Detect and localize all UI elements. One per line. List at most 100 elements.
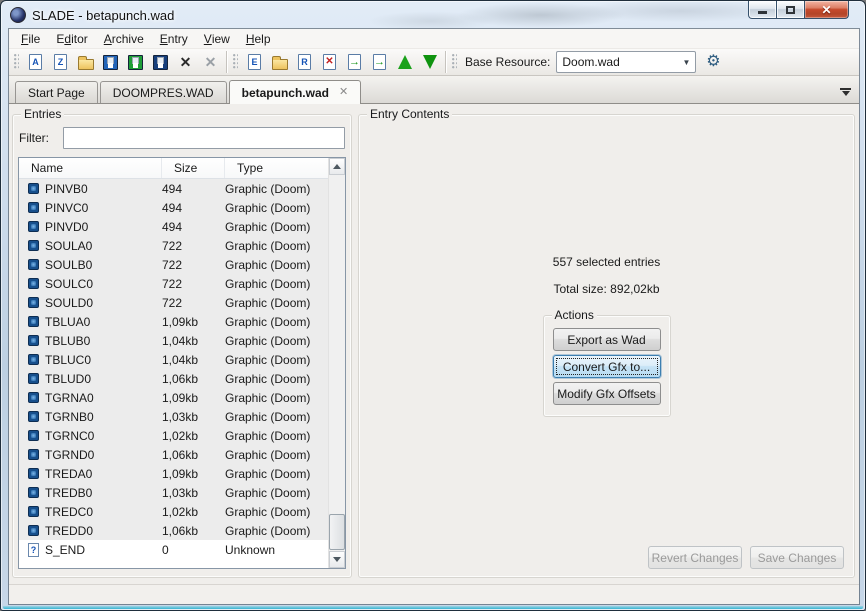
save-button[interactable] xyxy=(98,50,123,74)
table-row[interactable]: TREDC0 1,02kb Graphic (Doom) xyxy=(19,502,328,521)
entry-size: 722 xyxy=(162,276,183,291)
table-row[interactable]: TGRNC0 1,02kb Graphic (Doom) xyxy=(19,426,328,445)
scroll-up-button[interactable] xyxy=(329,158,345,175)
entry-size: 1,09kb xyxy=(162,466,199,481)
table-row[interactable]: SOULB0 722 Graphic (Doom) xyxy=(19,255,328,274)
move-up-button[interactable] xyxy=(392,50,417,74)
toolbar-grip[interactable] xyxy=(452,54,457,70)
save-all-button[interactable] xyxy=(148,50,173,74)
graphic-entry-icon xyxy=(28,487,39,498)
menu-editor[interactable]: Ed itor xyxy=(48,29,95,48)
save-all-icon xyxy=(153,54,168,70)
tab-betapunch-wad[interactable]: betapunch.wad ✕ xyxy=(228,80,362,104)
new-wad-icon: A xyxy=(29,54,42,70)
table-row[interactable]: TGRNB0 1,03kb Graphic (Doom) xyxy=(19,407,328,426)
close-icon: ✕ xyxy=(179,54,192,70)
close-all-button[interactable]: ✕ xyxy=(198,50,223,74)
export-as-wad-button[interactable]: Export as Wad xyxy=(552,328,661,351)
tab-doompres-wad[interactable]: DOOMPRES.WAD xyxy=(99,81,227,103)
save-as-button[interactable] xyxy=(123,50,148,74)
graphic-entry-icon xyxy=(28,373,39,384)
table-row[interactable]: PINVD0 494 Graphic (Doom) xyxy=(19,217,328,236)
minimize-button[interactable] xyxy=(748,1,777,19)
tab-list-dropdown[interactable] xyxy=(840,88,851,96)
table-row[interactable]: TREDB0 1,03kb Graphic (Doom) xyxy=(19,483,328,502)
new-entry-button[interactable]: E xyxy=(242,50,267,74)
import-entry-icon: → xyxy=(348,54,361,70)
save-changes-button[interactable]: Save Changes xyxy=(750,546,844,569)
toolbar-grip[interactable] xyxy=(233,54,238,70)
menu-archive[interactable]: Archive xyxy=(96,29,152,48)
table-row[interactable]: TREDA0 1,09kb Graphic (Doom) xyxy=(19,464,328,483)
entry-size: 494 xyxy=(162,181,183,196)
revert-changes-button[interactable]: Revert Changes xyxy=(648,546,742,569)
rename-entry-button[interactable]: R xyxy=(292,50,317,74)
base-resource-settings-button[interactable]: ⚙ xyxy=(700,50,726,74)
menu-entry[interactable]: Entry xyxy=(152,29,196,48)
menu-file[interactable]: File xyxy=(13,29,48,48)
import-entry-button[interactable]: → xyxy=(342,50,367,74)
close-icon: ✕ xyxy=(821,2,832,17)
entry-type: Graphic (Doom) xyxy=(225,219,311,234)
main-content: Entries Filter: Name Size Type PINVB0 494… xyxy=(9,105,859,584)
scrollbar-thumb[interactable] xyxy=(329,514,345,550)
new-entry-icon: E xyxy=(248,54,261,70)
close-button[interactable]: ✕ xyxy=(804,1,849,19)
table-row[interactable]: TBLUC0 1,04kb Graphic (Doom) xyxy=(19,350,328,369)
entry-type: Graphic (Doom) xyxy=(225,333,311,348)
entry-list-scrollbar[interactable] xyxy=(328,158,345,568)
table-row[interactable]: TGRND0 1,06kb Graphic (Doom) xyxy=(19,445,328,464)
maximize-button[interactable] xyxy=(776,1,805,19)
column-header-size[interactable]: Size xyxy=(162,158,225,178)
window-title: SLADE - betapunch.wad xyxy=(32,7,175,23)
scroll-down-button[interactable] xyxy=(329,551,345,568)
filter-input[interactable] xyxy=(63,127,345,149)
base-resource-select[interactable]: Doom.wad ▼ xyxy=(556,51,697,73)
column-header-name[interactable]: Name xyxy=(19,158,162,178)
table-row[interactable]: TBLUD0 1,06kb Graphic (Doom) xyxy=(19,369,328,388)
tab-start-page[interactable]: Start Page xyxy=(15,81,98,103)
open-archive-button[interactable] xyxy=(73,50,98,74)
column-header-type[interactable]: Type xyxy=(225,158,328,178)
filter-label: Filter: xyxy=(19,131,49,145)
entry-type: Graphic (Doom) xyxy=(225,181,311,196)
actions-group: Actions Export as Wad Convert Gfx to... … xyxy=(542,308,671,417)
entry-contents-title: Entry Contents xyxy=(367,107,453,121)
convert-gfx-to-button[interactable]: Convert Gfx to... xyxy=(552,355,661,378)
entry-size: 1,04kb xyxy=(162,352,199,367)
new-directory-button[interactable] xyxy=(267,50,292,74)
table-row[interactable]: SOULC0 722 Graphic (Doom) xyxy=(19,274,328,293)
title-bar[interactable]: SLADE - betapunch.wad ✕ xyxy=(1,1,865,29)
table-row[interactable]: TREDD0 1,06kb Graphic (Doom) xyxy=(19,521,328,540)
graphic-entry-icon xyxy=(28,525,39,536)
toolbar-separator xyxy=(226,51,227,73)
entry-name: TBLUC0 xyxy=(45,352,92,367)
close-all-icon: ✕ xyxy=(204,54,217,70)
entry-name: TBLUD0 xyxy=(45,371,92,386)
table-row[interactable]: TBLUA0 1,09kb Graphic (Doom) xyxy=(19,312,328,331)
export-entry-button[interactable]: → xyxy=(367,50,392,74)
table-row[interactable]: TBLUB0 1,04kb Graphic (Doom) xyxy=(19,331,328,350)
table-row[interactable]: SOULA0 722 Graphic (Doom) xyxy=(19,236,328,255)
table-row[interactable]: PINVB0 494 Graphic (Doom) xyxy=(19,179,328,198)
tab-label: Start Page xyxy=(28,85,85,100)
move-down-button[interactable] xyxy=(417,50,442,74)
delete-entry-button[interactable]: ✕ xyxy=(317,50,342,74)
scroll-down-icon xyxy=(333,557,341,562)
minimize-icon xyxy=(758,11,767,14)
toolbar-grip[interactable] xyxy=(14,54,19,70)
table-row[interactable]: TGRNA0 1,09kb Graphic (Doom) xyxy=(19,388,328,407)
entry-list-header: Name Size Type xyxy=(19,158,328,179)
table-row[interactable]: ? S_END 0 Unknown xyxy=(19,540,328,559)
table-row[interactable]: PINVC0 494 Graphic (Doom) xyxy=(19,198,328,217)
table-row[interactable]: SOULD0 722 Graphic (Doom) xyxy=(19,293,328,312)
modify-gfx-offsets-button[interactable]: Modify Gfx Offsets xyxy=(552,382,661,405)
entry-name: TREDC0 xyxy=(45,504,94,519)
close-button[interactable]: ✕ xyxy=(173,50,198,74)
new-wad-button[interactable]: A xyxy=(23,50,48,74)
menu-view[interactable]: View xyxy=(196,29,238,48)
new-zip-button[interactable]: Z xyxy=(48,50,73,74)
graphic-entry-icon xyxy=(28,430,39,441)
tab-close-icon[interactable]: ✕ xyxy=(339,87,348,98)
menu-help[interactable]: Help xyxy=(238,29,279,48)
